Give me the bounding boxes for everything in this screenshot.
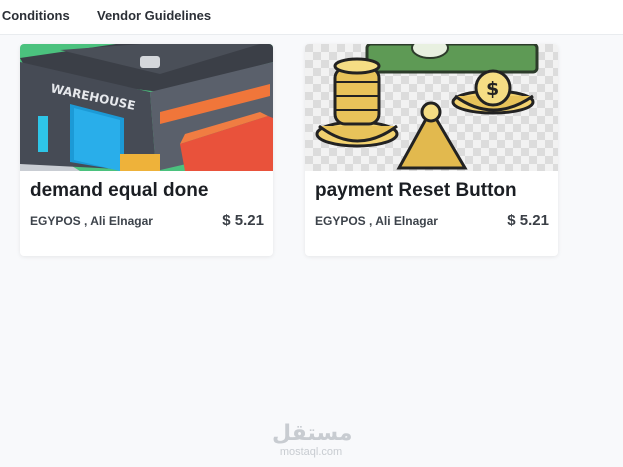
warehouse-illustration: WAREHOUSE [20,44,273,171]
dollar-sign: $ [486,78,499,100]
nav-link-vendor-guidelines[interactable]: Vendor Guidelines [97,8,211,23]
payment-illustration: $ [305,44,558,171]
product-title[interactable]: payment Reset Button [315,180,517,202]
product-price: $ 5.21 [507,212,549,229]
top-navigation: s Conditions Vendor Guidelines [0,0,623,35]
watermark-domain: mostaql.com [279,446,343,458]
mostaql-watermark: مستقل mostaql.com [272,421,353,459]
nav-link-terms-conditions[interactable]: s Conditions [0,8,70,23]
product-price: $ 5.21 [222,212,264,229]
product-vendor: EGYPOS , Ali Elnagar [315,214,438,228]
product-card[interactable]: $ payment Reset Button EGYPOS , Ali Elna… [305,44,558,256]
product-vendor: EGYPOS , Ali Elnagar [30,214,153,228]
product-card[interactable]: WAREHOUSE demand equal done EGYPOS , Ali… [20,44,273,256]
product-title[interactable]: demand equal done [30,180,208,202]
watermark-logo: مستقل [272,421,353,446]
